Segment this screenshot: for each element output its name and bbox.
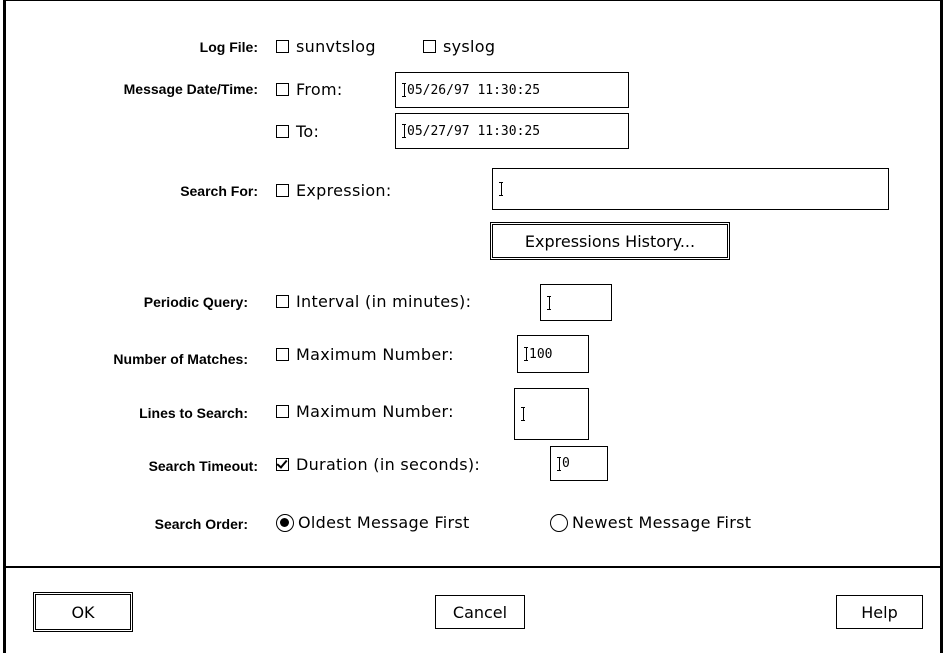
oldest-first-radio[interactable]: Oldest Message First: [276, 513, 470, 532]
interval-input[interactable]: [540, 284, 612, 321]
newest-first-radio[interactable]: Newest Message First: [550, 513, 751, 532]
from-date-input[interactable]: 05/26/97 11:30:25: [395, 72, 629, 108]
expression-input[interactable]: [492, 168, 889, 210]
periodic-query-label: Periodic Query:: [143, 294, 248, 310]
ok-button[interactable]: OK: [33, 592, 133, 632]
expressions-history-button[interactable]: Expressions History...: [490, 222, 730, 260]
expression-option-label: Expression:: [296, 181, 392, 200]
radio-selected-icon[interactable]: [276, 513, 294, 532]
max-lines-option-label: Maximum Number:: [296, 402, 454, 421]
to-date-value: 05/27/97 11:30:25: [407, 123, 541, 139]
lines-to-search-label: Lines to Search:: [139, 405, 248, 421]
checkbox-box-checked[interactable]: [276, 458, 289, 471]
text-caret: [557, 456, 561, 471]
oldest-first-label: Oldest Message First: [298, 513, 470, 532]
max-matches-checkbox[interactable]: Maximum Number:: [276, 345, 454, 364]
checkbox-box[interactable]: [276, 295, 289, 308]
text-caret: [499, 182, 503, 196]
syslog-checkbox[interactable]: syslog: [423, 37, 495, 56]
expression-checkbox[interactable]: Expression:: [276, 181, 392, 200]
max-lines-checkbox[interactable]: Maximum Number:: [276, 402, 454, 421]
number-of-matches-label: Number of Matches:: [113, 351, 248, 367]
text-caret: [521, 407, 525, 421]
checkbox-box[interactable]: [276, 83, 289, 96]
checkbox-box[interactable]: [423, 40, 436, 53]
max-matches-value: 100: [529, 346, 553, 362]
interval-checkbox[interactable]: Interval (in minutes):: [276, 292, 471, 311]
radio-unselected-icon[interactable]: [550, 513, 568, 532]
from-checkbox[interactable]: From:: [276, 80, 343, 99]
from-date-value: 05/26/97 11:30:25: [407, 82, 541, 98]
syslog-option-label: syslog: [443, 37, 496, 56]
text-caret: [402, 83, 406, 97]
checkbox-box[interactable]: [276, 40, 289, 53]
search-for-label: Search For:: [180, 183, 258, 199]
button-divider: [6, 566, 940, 568]
help-button[interactable]: Help: [836, 595, 923, 629]
checkbox-box[interactable]: [276, 348, 289, 361]
from-option-label: From:: [296, 80, 343, 99]
sunvtslog-checkbox[interactable]: sunvtslog: [276, 37, 376, 56]
cancel-button[interactable]: Cancel: [435, 595, 525, 629]
checkbox-box[interactable]: [276, 125, 289, 138]
checkbox-box[interactable]: [276, 184, 289, 197]
to-date-input[interactable]: 05/27/97 11:30:25: [395, 113, 629, 149]
duration-value: 0: [562, 456, 570, 471]
duration-option-label: Duration (in seconds):: [296, 455, 481, 474]
max-matches-option-label: Maximum Number:: [296, 345, 454, 364]
checkbox-box[interactable]: [276, 405, 289, 418]
message-datetime-label: Message Date/Time:: [123, 81, 258, 97]
to-checkbox[interactable]: To:: [276, 122, 319, 141]
log-file-label: Log File:: [199, 39, 258, 55]
text-caret: [524, 347, 528, 361]
duration-input[interactable]: 0: [550, 446, 608, 481]
newest-first-label: Newest Message First: [572, 513, 752, 532]
max-matches-input[interactable]: 100: [517, 335, 589, 373]
sunvtslog-option-label: sunvtslog: [296, 37, 376, 56]
search-timeout-label: Search Timeout:: [148, 458, 258, 474]
to-option-label: To:: [296, 122, 320, 141]
interval-option-label: Interval (in minutes):: [296, 292, 472, 311]
text-caret: [402, 124, 406, 138]
max-lines-input[interactable]: [514, 388, 589, 440]
text-caret: [547, 295, 551, 310]
duration-checkbox[interactable]: Duration (in seconds):: [276, 455, 480, 474]
search-order-label: Search Order:: [154, 516, 248, 532]
